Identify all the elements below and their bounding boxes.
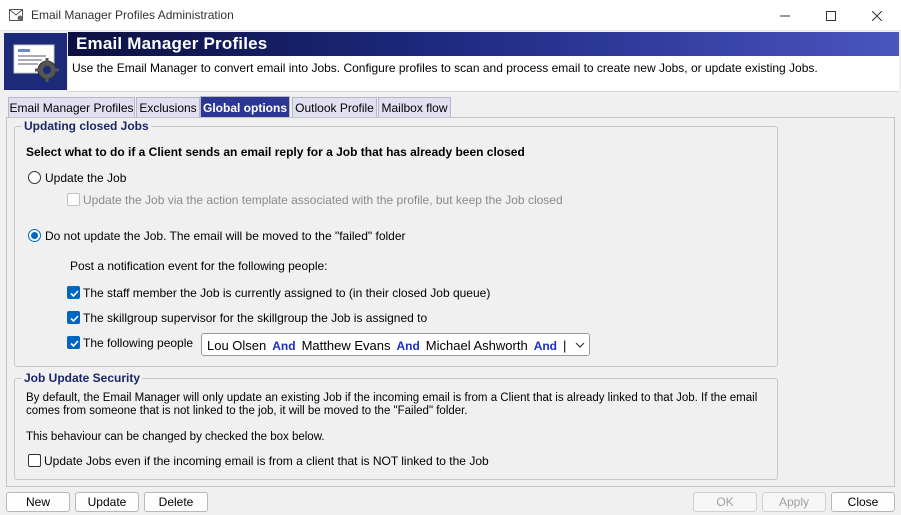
dropdown-toggle[interactable] bbox=[571, 334, 589, 355]
close-button[interactable]: Close bbox=[831, 492, 895, 512]
person-name: Matthew Evans bbox=[301, 338, 391, 353]
update-unlinked-checkbox[interactable] bbox=[28, 454, 41, 467]
and-separator: And bbox=[272, 339, 296, 353]
tab-exclusions[interactable]: Exclusions bbox=[136, 97, 200, 118]
tab-global-options[interactable]: Global options bbox=[200, 96, 290, 118]
update-button[interactable]: Update bbox=[75, 492, 139, 512]
mail-gear-icon bbox=[9, 9, 23, 21]
apply-button[interactable]: Apply bbox=[762, 492, 826, 512]
close-window-button[interactable] bbox=[854, 0, 900, 31]
update-via-template-checkbox[interactable] bbox=[67, 193, 80, 206]
person-name: Lou Olsen bbox=[207, 338, 267, 353]
window-title: Email Manager Profiles Administration bbox=[31, 8, 234, 22]
person-name: Michael Ashworth bbox=[425, 338, 528, 353]
notify-staff-checkbox[interactable] bbox=[67, 286, 80, 299]
checkmark-icon bbox=[70, 340, 79, 348]
tab-outlook-profile[interactable]: Outlook Profile bbox=[292, 97, 377, 118]
job-update-security-title: Job Update Security bbox=[22, 371, 143, 385]
ok-button[interactable]: OK bbox=[693, 492, 757, 512]
update-job-label: Update the Job bbox=[45, 171, 127, 185]
notify-supervisor-label: The skillgroup supervisor for the skillg… bbox=[83, 311, 428, 325]
tab-email-manager-profiles[interactable]: Email Manager Profiles bbox=[8, 97, 135, 118]
update-unlinked-label: Update Jobs even if the incoming email i… bbox=[44, 454, 489, 468]
people-dropdown[interactable]: Lou Olsen And Matthew Evans And Michael Ashw… bbox=[201, 333, 590, 356]
checkmark-icon bbox=[70, 290, 79, 298]
new-button[interactable]: New bbox=[6, 492, 70, 512]
notify-supervisor-checkbox[interactable] bbox=[67, 311, 80, 324]
close-icon bbox=[872, 10, 882, 21]
email-settings-icon bbox=[13, 44, 59, 82]
notify-label: Post a notification event for the follow… bbox=[70, 259, 328, 273]
update-via-template-label: Update the Job via the action template a… bbox=[83, 193, 563, 207]
chevron-down-icon bbox=[575, 342, 585, 348]
security-paragraph-line2: comes from someone that is not linked to… bbox=[26, 405, 468, 417]
notify-following-checkbox[interactable] bbox=[67, 336, 80, 349]
title-bar: Email Manager Profiles Administration bbox=[0, 0, 901, 31]
updating-closed-jobs-group bbox=[14, 126, 778, 367]
minimize-button[interactable] bbox=[762, 0, 808, 31]
notify-following-label: The following people bbox=[83, 336, 194, 350]
banner-icon-panel bbox=[4, 33, 67, 90]
notify-staff-label: The staff member the Job is currently as… bbox=[83, 286, 491, 300]
truncated-entry: | bbox=[563, 338, 567, 353]
delete-button[interactable]: Delete bbox=[144, 492, 208, 512]
maximize-button[interactable] bbox=[808, 0, 854, 31]
do-not-update-radio[interactable] bbox=[28, 229, 41, 242]
banner-description: Use the Email Manager to convert email i… bbox=[72, 61, 818, 75]
closed-jobs-heading: Select what to do if a Client sends an e… bbox=[26, 145, 525, 159]
people-list: Lou Olsen And Matthew Evans And Michael Ashw… bbox=[207, 338, 566, 353]
updating-closed-jobs-title: Updating closed Jobs bbox=[22, 119, 151, 133]
and-separator: And bbox=[533, 339, 558, 353]
banner-title: Email Manager Profiles bbox=[76, 34, 268, 53]
security-paragraph-line1: By default, the Email Manager will only … bbox=[26, 392, 758, 404]
and-separator: And bbox=[396, 339, 420, 353]
update-job-radio[interactable] bbox=[28, 171, 41, 184]
checkmark-icon bbox=[70, 315, 79, 323]
do-not-update-label: Do not update the Job. The email will be… bbox=[45, 229, 406, 243]
security-paragraph-2: This behaviour can be changed by checked… bbox=[26, 431, 325, 443]
tab-mailbox-flow[interactable]: Mailbox flow bbox=[378, 97, 451, 118]
minimize-icon bbox=[780, 15, 790, 16]
maximize-icon bbox=[826, 10, 836, 21]
